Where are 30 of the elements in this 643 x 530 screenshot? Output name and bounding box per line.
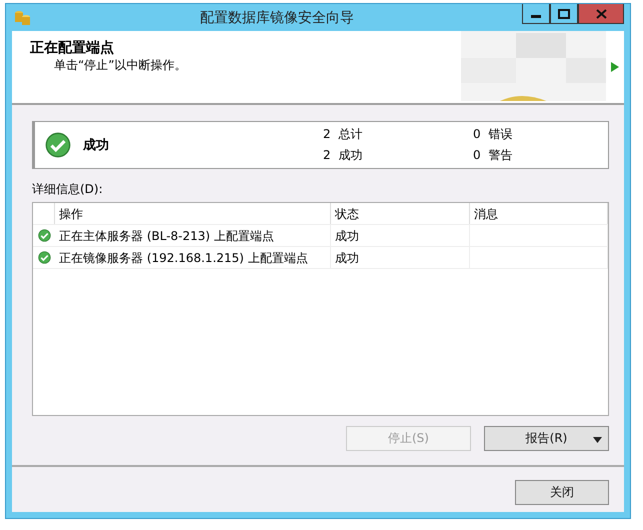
table-cell: 成功 <box>331 225 470 246</box>
column-header[interactable]: 消息 <box>470 203 608 224</box>
summary-stat: 0 警告 <box>473 147 514 164</box>
table-cell: 正在主体服务器 (BL-8-213) 上配置端点 <box>55 225 331 246</box>
success-icon <box>45 132 71 158</box>
minimize-button[interactable] <box>522 4 550 24</box>
table-cell: 成功 <box>331 247 470 268</box>
maximize-icon <box>558 8 570 18</box>
page-subtitle: 单击“停止”以中断操作。 <box>53 57 188 74</box>
table-cell: 正在镜像服务器 (192.168.1.215) 上配置端点 <box>55 247 331 268</box>
caret-icon <box>593 437 602 443</box>
details-label: 详细信息(D): <box>32 181 104 198</box>
summary-stat: 0 错误 <box>473 126 514 143</box>
report-button[interactable]: 报告(R) <box>484 426 609 451</box>
window-title: 配置数据库镜像安全向导 <box>199 8 355 26</box>
page-title: 正在配置端点 <box>30 39 115 57</box>
column-header[interactable]: 状态 <box>331 203 470 224</box>
close-icon <box>596 8 606 18</box>
minimize-icon <box>531 15 541 18</box>
column-header[interactable]: 操作 <box>55 203 331 224</box>
summary-stat: 2 成功 <box>323 147 364 164</box>
success-icon <box>38 229 50 242</box>
summary-status: 成功 <box>83 137 110 154</box>
summary-stat: 2 总计 <box>323 126 364 143</box>
success-icon <box>38 251 50 264</box>
play-icon <box>610 61 620 73</box>
close-dialog-button[interactable]: 关闭 <box>515 480 609 505</box>
database-icon <box>14 10 32 26</box>
close-button[interactable] <box>578 4 624 24</box>
maximize-button[interactable] <box>550 4 578 24</box>
